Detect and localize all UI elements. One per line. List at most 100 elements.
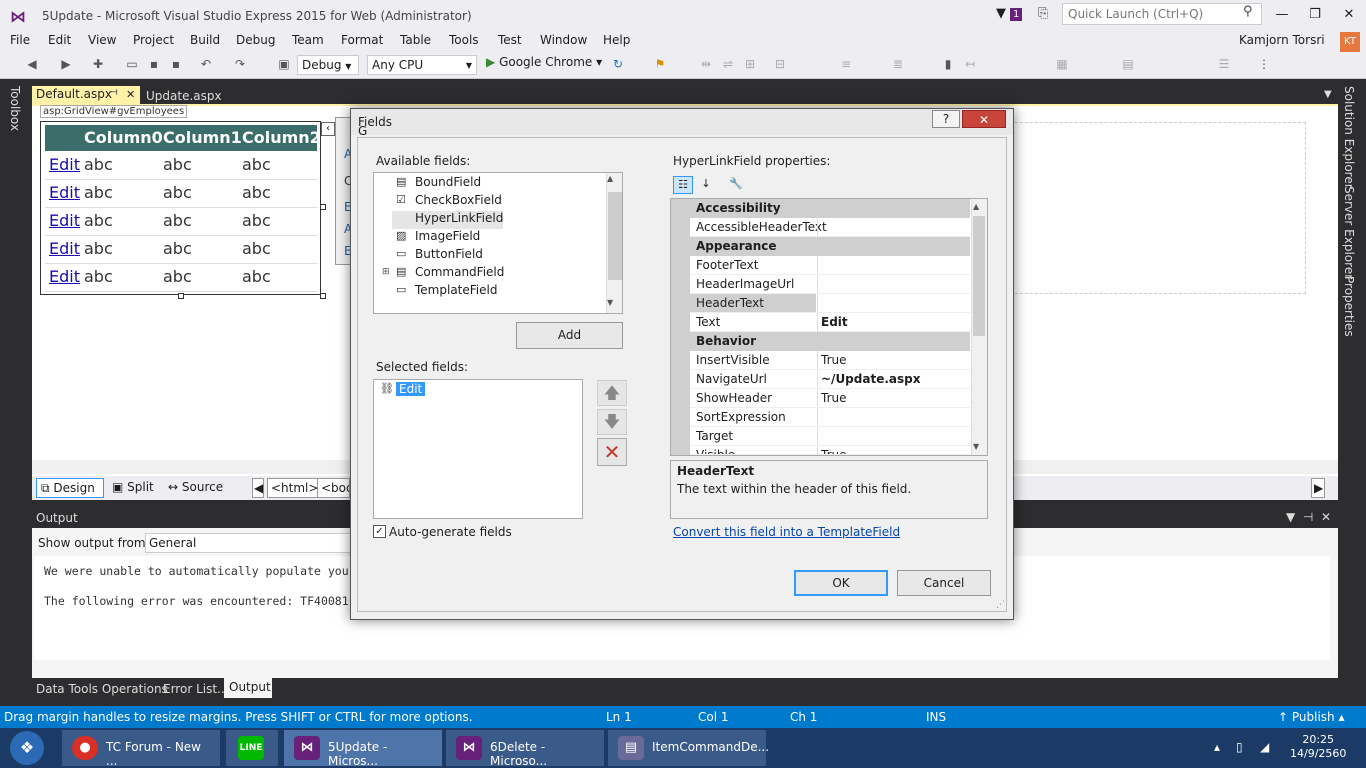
property-value[interactable] xyxy=(817,256,970,275)
property-name[interactable]: AccessibleHeaderText xyxy=(690,218,827,237)
publish-button[interactable]: ↑ Publish ▴ xyxy=(1278,710,1345,724)
alphabetical-icon[interactable]: ↓ xyxy=(696,176,716,194)
format-icon[interactable]: ≣ xyxy=(890,57,906,71)
filter-icon[interactable]: ▼ xyxy=(996,6,1006,21)
property-name[interactable]: InsertVisible xyxy=(690,351,816,370)
configuration-dropdown[interactable]: Debug ▼ xyxy=(297,55,359,75)
category-behavior[interactable]: Behavior xyxy=(671,332,970,351)
tray-overflow-icon[interactable]: ▴ xyxy=(1214,740,1220,754)
design-view-button[interactable]: ⧉ Design xyxy=(36,478,104,498)
output-source-dropdown[interactable]: General xyxy=(145,533,355,553)
property-name[interactable]: HeaderImageUrl xyxy=(690,275,816,294)
move-down-button[interactable]: 🡇 xyxy=(597,409,627,435)
close-dialog-button[interactable]: ✕ xyxy=(962,110,1006,128)
available-field-item[interactable]: ButtonField xyxy=(392,247,483,265)
clock[interactable]: 20:25 14/9/2560 xyxy=(1290,733,1346,761)
pin-icon[interactable]: ⊣ xyxy=(110,88,118,98)
move-up-button[interactable]: 🡅 xyxy=(597,380,627,406)
table-icon[interactable]: ▦ xyxy=(1054,57,1070,71)
minimize-button[interactable]: — xyxy=(1267,4,1297,26)
grid-icon[interactable]: ▤ xyxy=(1120,57,1136,71)
tab-data-tools-operations[interactable]: Data Tools Operations xyxy=(36,682,168,696)
undo-icon[interactable]: ↶ xyxy=(198,57,214,71)
selected-field-item[interactable]: Edit xyxy=(396,382,426,396)
bookmark-icon[interactable]: ▮ xyxy=(940,57,956,71)
menu-team[interactable]: Team xyxy=(292,33,324,47)
add-button[interactable]: Add xyxy=(516,322,623,349)
save-icon[interactable]: ▪ xyxy=(146,57,162,71)
indent-icon[interactable]: ≡ xyxy=(838,57,854,71)
property-value[interactable] xyxy=(817,218,970,237)
battery-icon[interactable]: ▯ xyxy=(1236,740,1243,754)
source-view-button[interactable]: ↔ Source xyxy=(168,480,223,494)
menu-edit[interactable]: Edit xyxy=(48,33,71,47)
menu-test[interactable]: Test xyxy=(498,33,522,47)
resize-handle[interactable] xyxy=(320,204,326,210)
property-value[interactable] xyxy=(817,275,970,294)
find-icon[interactable]: ⚑ xyxy=(652,57,668,71)
resize-handle[interactable] xyxy=(178,293,184,299)
expand-icon[interactable]: ⊞ xyxy=(382,267,390,277)
resize-grip-icon[interactable]: ⋰ xyxy=(996,600,1005,610)
property-value[interactable]: True xyxy=(817,389,970,408)
menu-view[interactable]: View xyxy=(88,33,116,47)
menu-file[interactable]: File xyxy=(10,33,30,47)
spacing-icon[interactable]: ⊟ xyxy=(772,57,788,71)
dialog-title-bar[interactable] xyxy=(351,109,1013,135)
property-value[interactable] xyxy=(817,294,970,313)
categorized-icon[interactable]: ☷ xyxy=(673,176,693,194)
output-window-controls[interactable]: ▼ ⊣ ✕ xyxy=(1286,510,1331,524)
open-file-icon[interactable]: ▭ xyxy=(124,57,140,71)
help-button[interactable]: ? xyxy=(932,110,960,128)
property-name[interactable]: HeaderText xyxy=(690,294,816,313)
align-icon[interactable]: ⇌ xyxy=(720,57,736,71)
pg-scroll-up-icon[interactable]: ▲ xyxy=(973,202,979,211)
property-name[interactable]: SortExpression xyxy=(690,408,816,427)
cancel-button[interactable]: Cancel xyxy=(897,570,991,596)
available-field-item[interactable]: CommandField xyxy=(392,265,504,283)
redo-icon[interactable]: ↷ xyxy=(232,57,248,71)
refresh-icon[interactable]: ↻ xyxy=(610,57,626,71)
crumb-next-icon[interactable]: ▶ xyxy=(1311,478,1325,498)
back-icon[interactable]: ◀ xyxy=(24,57,40,71)
tab-dropdown-icon[interactable]: ▼ xyxy=(1324,89,1332,100)
list-icon[interactable]: ☰ xyxy=(1216,57,1232,71)
split-view-button[interactable]: ▣ Split xyxy=(112,480,154,494)
ok-button[interactable]: OK xyxy=(794,570,888,596)
resize-handle[interactable] xyxy=(320,293,326,299)
toolbar-overflow-icon[interactable]: ⋮ xyxy=(1256,57,1272,71)
close-tab-icon[interactable]: ✕ xyxy=(126,88,135,101)
delete-field-button[interactable]: ✕ xyxy=(597,438,627,466)
start-button[interactable]: ❖ xyxy=(10,731,44,765)
pg-scroll-thumb[interactable] xyxy=(973,216,985,336)
convert-to-template-link[interactable]: Convert this field into a TemplateField xyxy=(673,525,900,539)
new-project-icon[interactable]: ✚ xyxy=(90,57,106,71)
browser-link-icon[interactable]: ▣ xyxy=(276,57,292,71)
category-appearance[interactable]: Appearance xyxy=(671,237,970,256)
avatar[interactable]: KT xyxy=(1340,32,1360,52)
menu-help[interactable]: Help xyxy=(603,33,630,47)
save-all-icon[interactable]: ▪ xyxy=(168,57,184,71)
property-name[interactable]: Text xyxy=(690,313,816,332)
forward-icon[interactable]: ▶ xyxy=(58,57,74,71)
properties-tab[interactable]: Properties xyxy=(1342,276,1356,337)
platform-dropdown[interactable]: Any CPU ▼ xyxy=(367,55,477,75)
menu-format[interactable]: Format xyxy=(341,33,383,47)
grid-edit-link[interactable]: Edit xyxy=(49,155,80,174)
property-name[interactable]: Target xyxy=(690,427,816,446)
property-value[interactable] xyxy=(817,427,970,446)
crumb-html[interactable]: <html> xyxy=(267,478,323,498)
menu-window[interactable]: Window xyxy=(540,33,587,47)
prev-bookmark-icon[interactable]: ↤ xyxy=(962,57,978,71)
property-name[interactable]: FooterText xyxy=(690,256,816,275)
quick-launch-input[interactable]: Quick Launch (Ctrl+Q) xyxy=(1062,3,1262,25)
autogenerate-checkbox[interactable]: ✓ xyxy=(373,525,386,538)
scroll-down-icon[interactable]: ▼ xyxy=(607,298,613,307)
selected-fields-list[interactable] xyxy=(373,379,583,519)
available-field-item[interactable]: ImageField xyxy=(392,229,480,247)
tab-output[interactable]: Output xyxy=(224,678,272,698)
property-value[interactable]: Edit xyxy=(817,313,970,332)
property-name[interactable]: ShowHeader xyxy=(690,389,816,408)
feedback-icon[interactable]: ⎘ xyxy=(1038,6,1048,21)
network-icon[interactable]: ◢ xyxy=(1260,740,1269,754)
